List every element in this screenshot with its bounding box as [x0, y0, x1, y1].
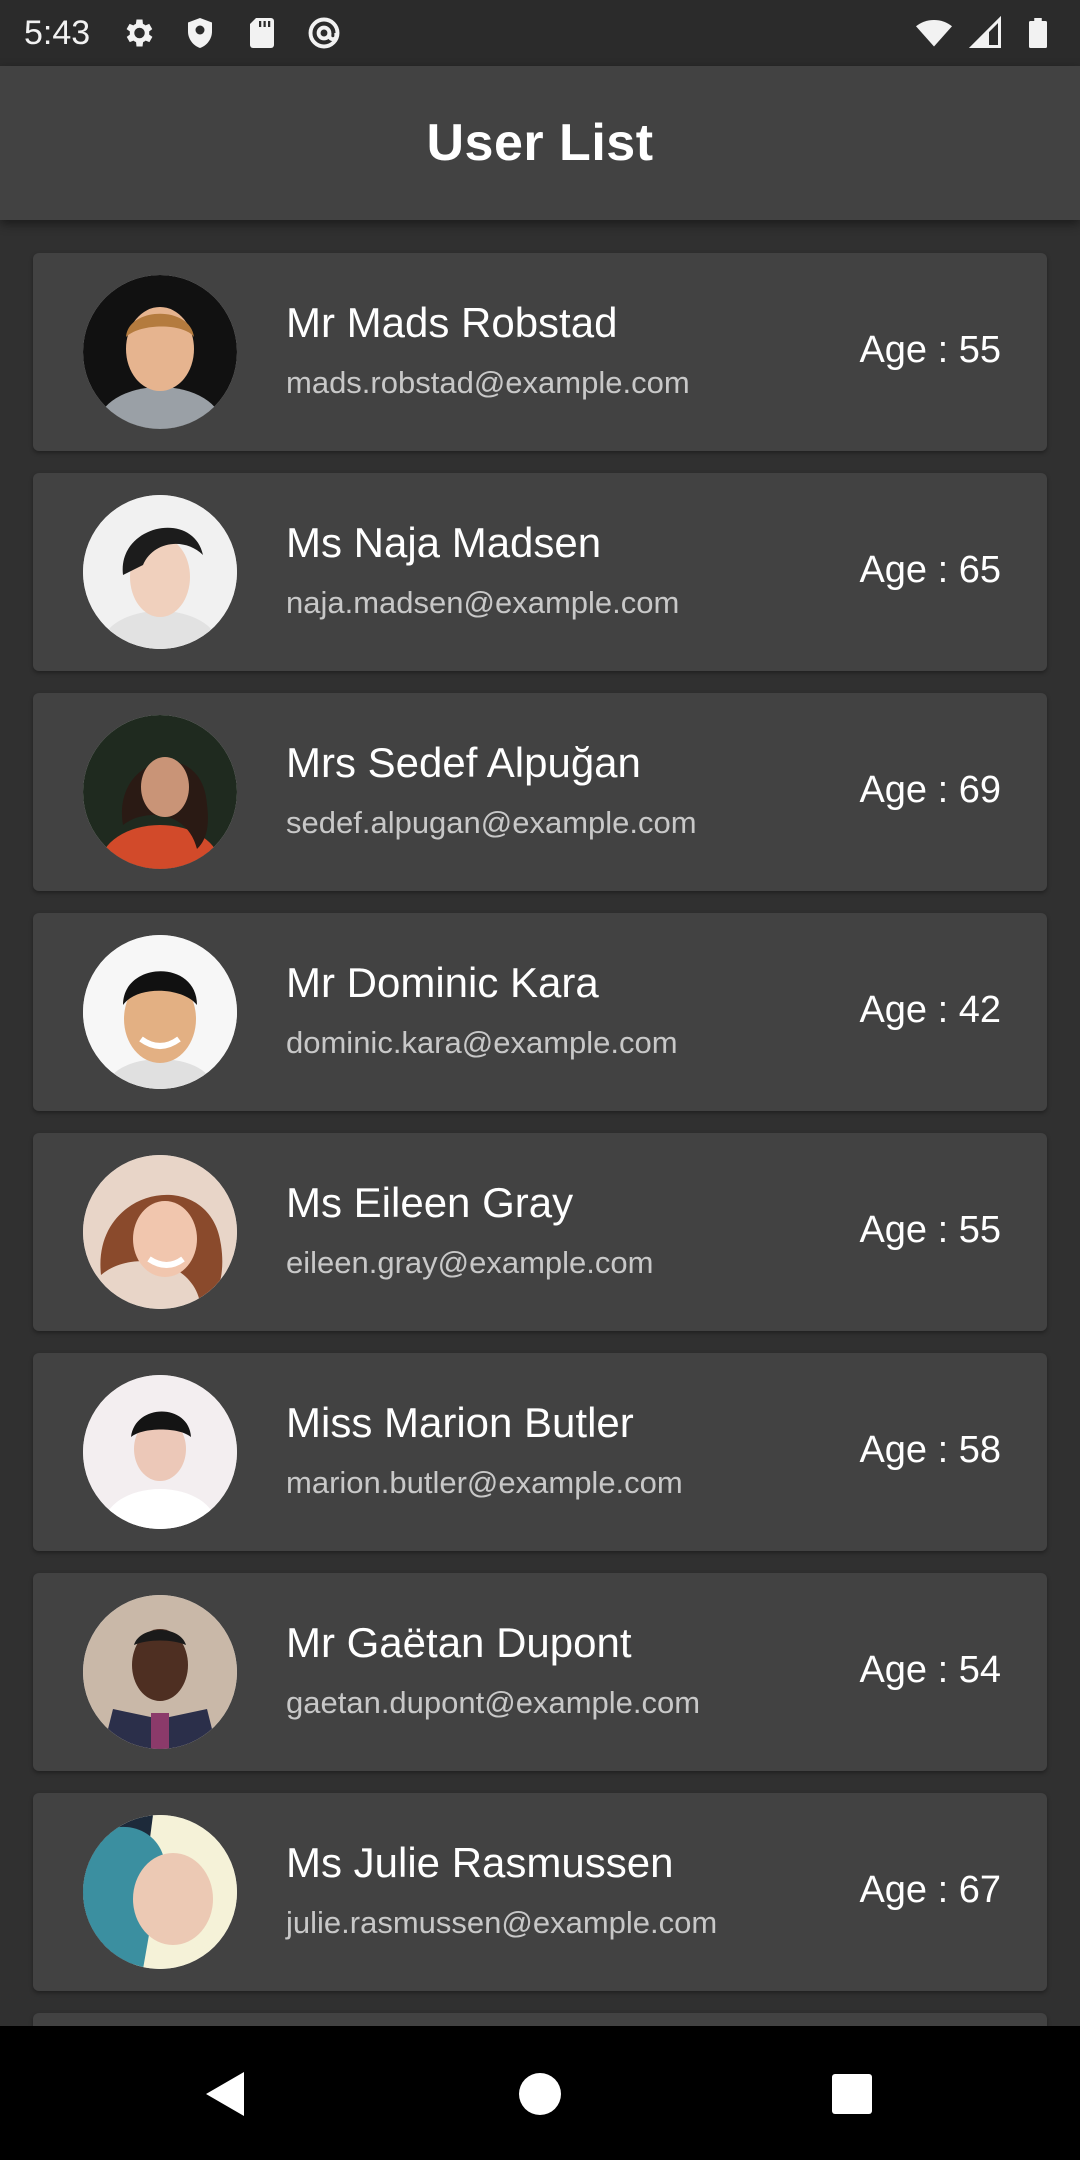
avatar: [83, 495, 237, 649]
user-age: Age : 54: [859, 1649, 1001, 1691]
user-card[interactable]: Mrs Sedef Alpuğan sedef.alpugan@example.…: [33, 693, 1047, 891]
user-list[interactable]: Mr Mads Robstad mads.robstad@example.com…: [0, 220, 1080, 2026]
user-age: Age : 42: [859, 989, 1001, 1031]
user-card[interactable]: Miss Marion Butler marion.butler@example…: [33, 1353, 1047, 1551]
shield-icon: [182, 15, 218, 51]
user-email: marion.butler@example.com: [286, 1465, 683, 1500]
avatar: [83, 1375, 237, 1529]
user-age: Age : 58: [859, 1429, 1001, 1471]
user-email: gaetan.dupont@example.com: [286, 1685, 701, 1720]
user-card[interactable]: Ms Naja Madsen naja.madsen@example.com A…: [33, 473, 1047, 671]
gear-icon: [120, 15, 156, 51]
user-card[interactable]: Mr Mads Robstad mads.robstad@example.com…: [33, 253, 1047, 451]
user-email: naja.madsen@example.com: [286, 585, 680, 620]
user-email: mads.robstad@example.com: [286, 365, 690, 400]
home-icon[interactable]: [510, 2064, 570, 2124]
status-icons-right: [916, 15, 1056, 51]
user-age: Age : 55: [859, 329, 1001, 371]
user-card[interactable]: Mr Gaëtan Dupont gaetan.dupont@example.c…: [33, 1573, 1047, 1771]
signal-icon: [968, 15, 1004, 51]
user-name: Miss Marion Butler: [286, 1399, 634, 1446]
user-name: Ms Naja Madsen: [286, 519, 602, 566]
user-card[interactable]: Ms Julie Rasmussen julie.rasmussen@examp…: [33, 1793, 1047, 1991]
status-icons-left: [120, 15, 342, 51]
user-card[interactable]: Ms Eileen Gray eileen.gray@example.com A…: [33, 1133, 1047, 1331]
user-name: Mrs Sedef Alpuğan: [286, 739, 641, 786]
avatar: [83, 1595, 237, 1749]
user-card[interactable]: [33, 2013, 1047, 2026]
user-email: dominic.kara@example.com: [286, 1025, 678, 1060]
user-name: Mr Dominic Kara: [286, 959, 599, 1006]
user-age: Age : 67: [859, 1869, 1001, 1911]
app-bar: User List: [0, 66, 1080, 220]
status-bar: 5:43: [0, 0, 1080, 66]
sd-card-icon: [244, 15, 280, 51]
user-age: Age : 55: [859, 1209, 1001, 1251]
avatar: [83, 1155, 237, 1309]
at-sign-icon: [306, 15, 342, 51]
recents-icon[interactable]: [822, 2064, 882, 2124]
avatar: [83, 935, 237, 1089]
navigation-bar: [0, 2026, 1080, 2160]
user-email: sedef.alpugan@example.com: [286, 805, 697, 840]
user-name: Ms Julie Rasmussen: [286, 1839, 674, 1886]
user-name: Ms Eileen Gray: [286, 1179, 574, 1226]
avatar: [83, 275, 237, 429]
wifi-icon: [916, 15, 952, 51]
user-name: Mr Mads Robstad: [286, 299, 618, 346]
user-email: eileen.gray@example.com: [286, 1245, 654, 1280]
back-icon[interactable]: [196, 2064, 256, 2124]
page-title: User List: [426, 114, 654, 172]
avatar: [83, 1815, 237, 1969]
user-email: julie.rasmussen@example.com: [286, 1905, 718, 1940]
battery-icon: [1020, 15, 1056, 51]
user-age: Age : 65: [859, 549, 1001, 591]
status-time: 5:43: [24, 13, 91, 52]
avatar: [83, 715, 237, 869]
user-card[interactable]: Mr Dominic Kara dominic.kara@example.com…: [33, 913, 1047, 1111]
user-age: Age : 69: [859, 769, 1001, 811]
user-name: Mr Gaëtan Dupont: [286, 1619, 632, 1666]
